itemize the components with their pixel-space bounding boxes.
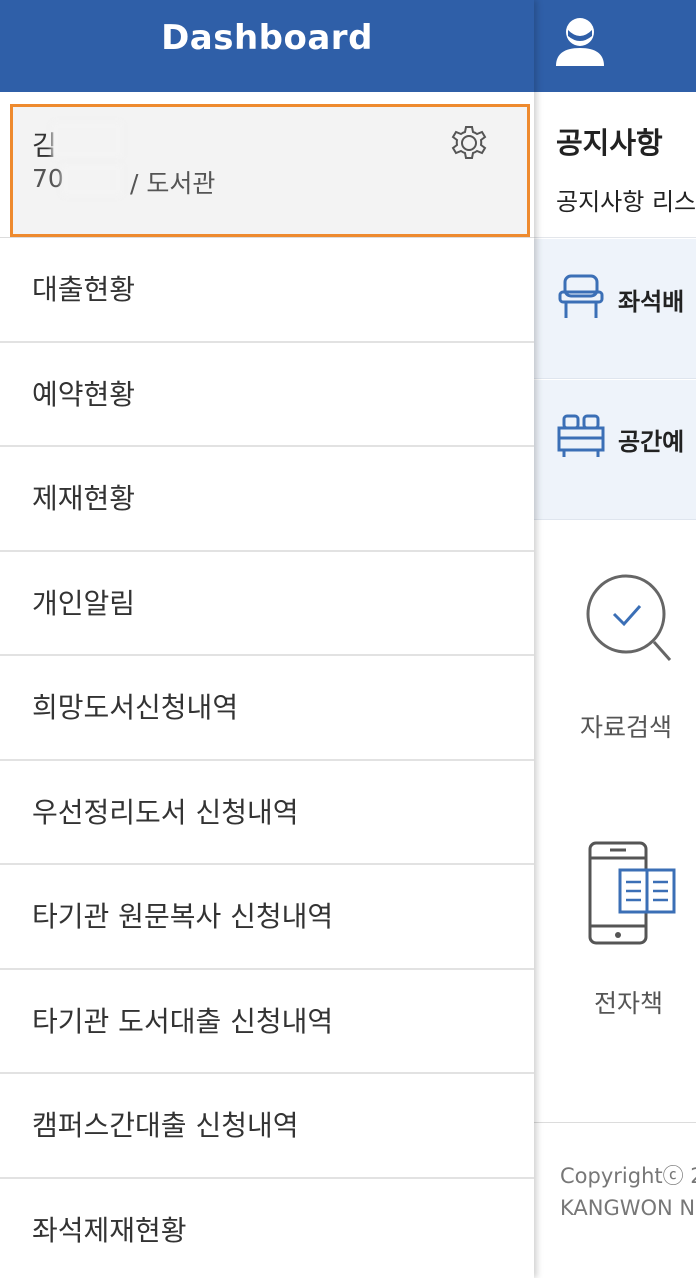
seat-reservation-label: 좌석배 [618,288,685,316]
navigation-drawer: Dashboard 김 70 / 도서관 대출현황 예약현황 제재현황 개인알림… [0,0,534,1278]
menu-item-label: 대출현황 [32,273,136,306]
menu-item-book-requests[interactable]: 희망도서신청내역 [0,656,534,761]
menu-item-label: 예약현황 [32,377,136,411]
menu-item-loan-status[interactable]: 대출현황 [0,238,534,343]
menu-item-label: 캠퍼스간대출 신청내역 [32,1109,299,1142]
menu-item-seat-sanction[interactable]: 좌석제재현황 [0,1178,534,1278]
drawer-header: Dashboard [0,0,534,92]
redaction-mask [52,122,122,158]
menu-item-label: 타기관 도서대출 신청내역 [32,1004,334,1038]
space-reservation-label: 공간예 [618,428,685,456]
desk-icon [557,414,605,457]
drawer-menu: 대출현황 예약현황 제재현황 개인알림 희망도서신청내역 우선정리도서 신청내역… [0,238,534,1278]
profile-id: 70 [32,164,64,193]
menu-item-label: 타기관 원문복사 신청내역 [32,900,334,933]
profile-affiliation: / 도서관 [130,169,216,198]
drawer-title: Dashboard [161,18,373,58]
menu-item-label: 개인알림 [32,586,136,620]
user-avatar-icon[interactable] [552,14,608,66]
gear-icon[interactable] [446,120,492,166]
menu-item-reservation-status[interactable]: 예약현황 [0,342,534,447]
redaction-mask [62,164,122,196]
chair-icon [558,274,604,318]
menu-item-sanction-status[interactable]: 제재현황 [0,447,534,552]
menu-item-interlibrary-loan[interactable]: 타기관 도서대출 신청내역 [0,969,534,1074]
menu-item-label: 희망도서신청내역 [32,691,239,724]
search-label[interactable]: 자료검색 [580,708,672,744]
tablet-book-icon[interactable] [586,840,678,946]
menu-item-personal-alerts[interactable]: 개인알림 [0,551,534,656]
notice-title: 공지사항 [556,126,663,160]
menu-item-priority-processing[interactable]: 우선정리도서 신청내역 [0,760,534,865]
menu-item-label: 제재현황 [32,482,136,515]
menu-item-intercampus-loan[interactable]: 캠퍼스간대출 신청내역 [0,1074,534,1179]
menu-item-document-delivery[interactable]: 타기관 원문복사 신청내역 [0,865,534,970]
notice-subtitle[interactable]: 공지사항 리스 [556,182,696,217]
copyright-text: Copyrightⓒ 2 [560,1164,696,1188]
ebook-label[interactable]: 전자책 [594,984,663,1020]
magnifier-check-icon[interactable] [584,574,676,666]
university-text: KANGWON N [560,1196,696,1220]
menu-item-label: 우선정리도서 신청내역 [32,795,299,829]
menu-item-label: 좌석제재현황 [32,1213,187,1247]
